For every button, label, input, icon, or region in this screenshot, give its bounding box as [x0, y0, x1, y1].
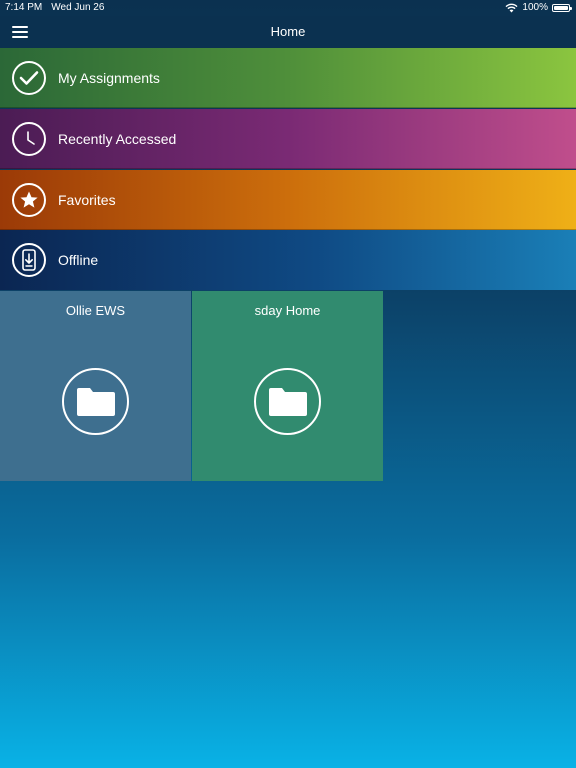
wifi-icon [505, 3, 518, 13]
page-title: Home [270, 24, 306, 39]
status-time: 7:14 PM [5, 2, 43, 13]
folder-tile-ollie-ews[interactable]: Ollie EWS [0, 291, 191, 481]
clock-icon [12, 121, 46, 156]
folder-tile-label: Ollie EWS [65, 303, 126, 318]
menu-row-label: Offline [58, 252, 99, 268]
device-download-icon [12, 243, 46, 277]
menu-row-my-assignments[interactable]: My Assignments [0, 48, 576, 108]
checkmark-icon [12, 60, 46, 95]
star-icon [12, 182, 46, 217]
menu-row-label: Recently Accessed [58, 130, 177, 147]
nav-bar: Home [0, 16, 576, 48]
battery-percent: 100% [522, 2, 548, 13]
menu-row-favorites[interactable]: Favorites [0, 170, 576, 230]
status-date: Wed Jun 26 [51, 2, 105, 13]
menu-row-recently-accessed[interactable]: Recently Accessed [0, 109, 576, 169]
folder-icon [62, 368, 129, 435]
folder-tile-sday-home[interactable]: sday Home [192, 291, 383, 481]
menu-row-label: My Assignments [58, 69, 160, 86]
folder-tile-label: sday Home [254, 303, 321, 318]
battery-icon [552, 4, 572, 12]
menu-row-offline[interactable]: Offline [0, 230, 576, 290]
status-bar: 7:14 PM Wed Jun 26 100% [0, 0, 576, 16]
folder-icon [254, 368, 321, 435]
menu-row-label: Favorites [58, 191, 116, 208]
